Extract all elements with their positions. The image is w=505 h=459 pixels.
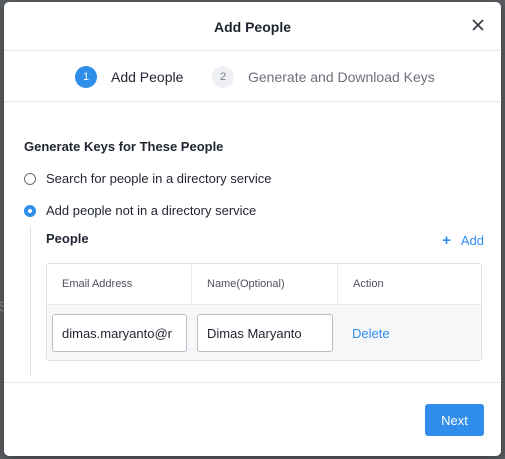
next-button[interactable]: Next — [425, 404, 484, 436]
step-generate-keys: 2 Generate and Download Keys — [212, 66, 435, 88]
dialog-header: Add People — [4, 2, 501, 51]
name-field[interactable] — [197, 314, 333, 352]
column-header-action: Action — [353, 278, 384, 290]
add-people-dialog: Add People 1 Add People 2 Generate and D… — [4, 2, 501, 456]
step-label: Add People — [111, 69, 184, 85]
dialog-footer: Next — [4, 382, 501, 457]
radio-label: Add people not in a directory service — [46, 203, 257, 218]
radio-button-selected[interactable] — [24, 204, 36, 217]
radio-add-not-in-directory[interactable]: Add people not in a directory service — [24, 203, 256, 218]
column-divider — [337, 264, 338, 304]
table-header: Email Address Name(Optional) Action — [47, 264, 481, 305]
step-number: 1 — [75, 66, 97, 88]
step-add-people: 1 Add People — [75, 66, 183, 88]
add-person-button[interactable]: + Add — [442, 232, 484, 249]
radio-label: Search for people in a directory service — [46, 171, 272, 186]
email-field[interactable] — [52, 314, 187, 352]
step-label: Generate and Download Keys — [248, 69, 435, 85]
step-number: 2 — [212, 66, 234, 88]
plus-icon: + — [442, 232, 451, 249]
table-row: Delete — [47, 305, 481, 360]
people-label: People — [46, 231, 89, 246]
radio-search-directory[interactable]: Search for people in a directory service — [24, 171, 271, 186]
wizard-steps: 1 Add People 2 Generate and Download Key… — [4, 51, 501, 102]
add-label: Add — [460, 233, 484, 248]
radio-button[interactable] — [24, 172, 36, 185]
delete-button[interactable]: Delete — [352, 326, 390, 341]
section-title: Generate Keys for These People — [24, 139, 224, 154]
people-table: Email Address Name(Optional) Action Dele… — [46, 263, 482, 361]
column-header-name: Name(Optional) — [207, 278, 285, 290]
indent-divider — [30, 226, 31, 376]
close-icon[interactable] — [469, 16, 487, 34]
column-divider — [191, 264, 192, 304]
dialog-title: Add People — [213, 19, 291, 35]
column-header-email: Email Address — [62, 278, 133, 290]
